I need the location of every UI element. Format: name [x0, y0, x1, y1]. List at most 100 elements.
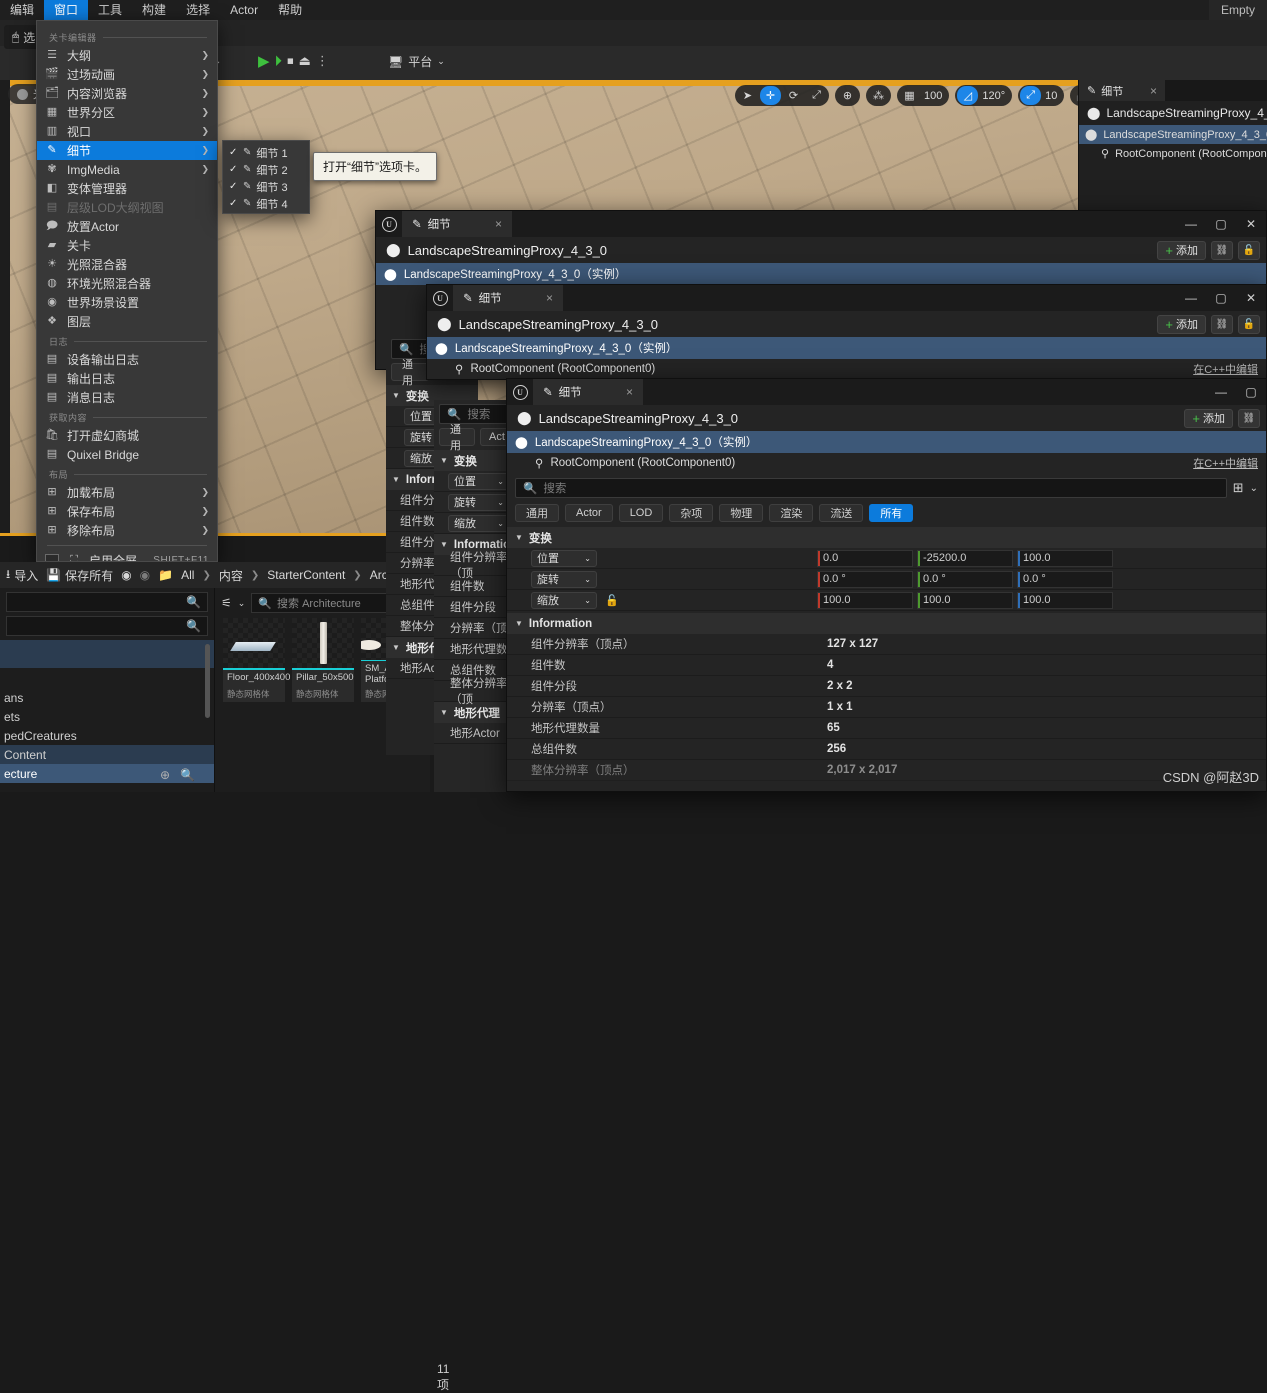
- docked-details-tabbar[interactable]: ✎ 细节 ×: [1079, 80, 1267, 101]
- menu-item-layers[interactable]: ❖ 图层: [37, 312, 217, 331]
- menu-item-marketplace[interactable]: 🛍 打开虚幻商城: [37, 426, 217, 445]
- menu-item-light-mixer[interactable]: ☀ 光照混合器: [37, 255, 217, 274]
- menu-item-sequencer[interactable]: 🎬 过场动画 ❯: [37, 65, 217, 84]
- close-icon[interactable]: ×: [495, 217, 502, 231]
- breadcrumb-content[interactable]: 内容: [219, 567, 243, 584]
- menu-tools[interactable]: 工具: [88, 0, 132, 20]
- filter-actor[interactable]: Actor: [565, 504, 613, 522]
- window-action-bar[interactable]: + 添加 ⛓ 🔓: [1157, 314, 1260, 334]
- minimize-button[interactable]: —: [1176, 211, 1206, 237]
- menu-actor[interactable]: Actor: [220, 0, 268, 20]
- window-tree-child[interactable]: ⚲ RootComponent (RootComponent0) 在C++中编辑: [507, 453, 1266, 473]
- window-action-bar[interactable]: + 添加 ⛓: [1184, 408, 1260, 428]
- menu-item-save-layout[interactable]: ⊞ 保存布局 ❯: [37, 502, 217, 521]
- side-scale-combo[interactable]: 缩放 ⌄: [448, 514, 510, 532]
- stop-icon[interactable]: ⏹: [287, 53, 294, 69]
- eject-icon[interactable]: ⏏: [299, 53, 311, 69]
- window-titlebar[interactable]: U ✎ 细节 × — ▢ ✕: [376, 211, 1266, 237]
- settings-grid-icon[interactable]: ⊞: [1233, 480, 1244, 496]
- menu-item-output-log[interactable]: ▤ 输出日志: [37, 369, 217, 388]
- scale-snap-value[interactable]: 10: [1042, 90, 1063, 102]
- details-submenu[interactable]: ✓ ✎ 细节 1 ✓ ✎ 细节 2 ✓ ✎ 细节 3 ✓ ✎ 细节 4: [222, 140, 310, 214]
- side-filter-general[interactable]: 通用: [439, 424, 475, 452]
- play-icon[interactable]: ▶: [258, 52, 270, 70]
- filter-physics[interactable]: 物理: [719, 504, 764, 522]
- scale-gizmo-icon[interactable]: ⤢: [806, 86, 827, 105]
- tab-details[interactable]: ✎ 细节 ×: [402, 211, 512, 237]
- blueprint-icon[interactable]: ⛓: [1238, 408, 1260, 428]
- details-window-2[interactable]: U ✎ 细节 × — ▢ ✕ ⬤ LandscapeStreamingProxy…: [426, 284, 1267, 380]
- minimize-button[interactable]: —: [1176, 285, 1206, 311]
- menu-item-load-layout[interactable]: ⊞ 加载布局 ❯: [37, 483, 217, 502]
- side-position-combo[interactable]: 位置 ⌄: [448, 472, 510, 490]
- information-section-header[interactable]: ▼ Information: [507, 613, 1266, 634]
- window-tree-selected[interactable]: ⬤ LandscapeStreamingProxy_4_3_0（实例）: [427, 337, 1266, 359]
- tab-details[interactable]: ✎ 细节 ×: [453, 285, 563, 311]
- menu-item-outliner[interactable]: ☰ 大纲 ❯: [37, 46, 217, 65]
- scrollbar[interactable]: [205, 644, 210, 718]
- search-icon[interactable]: 🔍: [180, 768, 195, 782]
- menu-item-quixel-bridge[interactable]: ▤ Quixel Bridge: [37, 445, 217, 464]
- side-rotation-combo[interactable]: 旋转 ⌄: [448, 493, 510, 511]
- play-step-icon[interactable]: ⏵: [275, 53, 283, 70]
- more-options-icon[interactable]: ⋮: [316, 53, 329, 69]
- menu-build[interactable]: 构建: [132, 0, 176, 20]
- rotation-z-field[interactable]: 0.0 °: [1017, 570, 1113, 588]
- position-y-field[interactable]: -25200.0: [917, 549, 1013, 567]
- filter-icon[interactable]: ⚟: [221, 596, 232, 610]
- transform-rotation-row[interactable]: 旋转 ⌄ 0.0 ° 0.0 ° 0.0 °: [507, 569, 1266, 590]
- add-component-button[interactable]: + 添加: [1184, 408, 1233, 428]
- add-component-button[interactable]: + 添加: [1157, 240, 1206, 260]
- menu-item-content-browser[interactable]: 🗂 内容浏览器 ❯: [37, 84, 217, 103]
- window-tree-selected[interactable]: ⬤ LandscapeStreamingProxy_4_3_0（实例）: [507, 431, 1266, 453]
- details-window-3[interactable]: U ✎ 细节 × — ▢ ⬤ LandscapeStreamingProxy_4…: [506, 378, 1267, 792]
- platform-button[interactable]: 🖥 平台 ⌄: [388, 53, 445, 70]
- breadcrumb-all[interactable]: All: [181, 568, 194, 582]
- menu-window[interactable]: 窗口: [44, 0, 89, 20]
- grid-snap-icon[interactable]: ▦: [899, 86, 920, 105]
- import-button[interactable]: ⭳ 导入: [6, 565, 38, 586]
- details-search-input[interactable]: 🔍 搜索: [515, 478, 1227, 498]
- submenu-item-details-2[interactable]: ✓ ✎ 细节 2: [223, 161, 309, 178]
- unlock-icon[interactable]: 🔓: [1238, 314, 1260, 334]
- window-tree-selected[interactable]: ⬤ LandscapeStreamingProxy_4_3_0（实例）: [376, 263, 1266, 285]
- sources-search-2[interactable]: 🔍: [6, 616, 208, 636]
- docked-tree-selected[interactable]: ⬤ LandscapeStreamingProxy_4_3_0 (: [1079, 125, 1267, 144]
- menu-item-place-actor[interactable]: 🗩 放置Actor: [37, 217, 217, 236]
- asset-card[interactable]: Floor_400x400 静态网格体: [223, 618, 290, 702]
- transform-scale-row[interactable]: 缩放 ⌄ 🔓 100.0 100.0 100.0: [507, 590, 1266, 611]
- maximize-button[interactable]: ▢: [1236, 379, 1266, 405]
- nav-back-icon[interactable]: ◉: [121, 568, 131, 582]
- menu-item-details[interactable]: ✎ 细节 ❯: [37, 141, 217, 160]
- play-controls[interactable]: ▶ ⏵ ⏹ ⏏ ⋮: [258, 52, 329, 71]
- angle-snap-group[interactable]: ◿ 120°: [955, 85, 1013, 106]
- filter-general[interactable]: 通用: [515, 504, 559, 522]
- surface-snap-icon[interactable]: ⁂: [868, 86, 889, 105]
- blueprint-icon[interactable]: ⛓: [1211, 240, 1233, 260]
- tree-item[interactable]: ets: [0, 707, 214, 726]
- content-browser-toolbar[interactable]: ⭳ 导入 💾 保存所有 ◉ ◉ 📁 All ❯ 内容 ❯ StarterConten…: [0, 562, 430, 588]
- filter-rendering[interactable]: 渲染: [769, 504, 814, 522]
- menu-edit[interactable]: 编辑: [0, 0, 44, 20]
- menu-item-levels[interactable]: ▰ 关卡: [37, 236, 217, 255]
- maximize-button[interactable]: ▢: [1206, 211, 1236, 237]
- chevron-down-icon[interactable]: ⌄: [238, 598, 246, 609]
- window-titlebar[interactable]: U ✎ 细节 × — ▢ ✕: [427, 285, 1266, 311]
- close-icon[interactable]: ×: [1150, 84, 1157, 98]
- window-action-bar[interactable]: + 添加 ⛓ 🔓: [1157, 240, 1260, 260]
- menu-item-fullscreen[interactable]: ⛶ 启用全屏 SHIFT+F11: [37, 551, 217, 561]
- filter-streaming[interactable]: 流送: [819, 504, 864, 522]
- scale-combo[interactable]: 缩放 ⌄: [531, 591, 597, 609]
- coordinate-space-group[interactable]: ⊕: [835, 85, 860, 106]
- add-component-button[interactable]: + 添加: [1157, 314, 1206, 334]
- asset-card[interactable]: Pillar_50x500 静态网格体: [292, 618, 354, 702]
- menu-item-remove-layout[interactable]: ⊞ 移除布局 ❯: [37, 521, 217, 540]
- close-icon[interactable]: ×: [546, 291, 553, 305]
- maximize-button[interactable]: ▢: [1206, 285, 1236, 311]
- angle-snap-icon[interactable]: ◿: [957, 86, 979, 105]
- fullscreen-checkbox[interactable]: [45, 553, 59, 561]
- docked-tree-child[interactable]: ⚲ RootComponent (RootComponent0: [1079, 144, 1267, 163]
- edit-in-cpp-link[interactable]: 在C++中编辑: [1193, 361, 1258, 377]
- surface-snap-group[interactable]: ⁂: [866, 85, 891, 106]
- rotate-gizmo-icon[interactable]: ⟳: [783, 86, 804, 105]
